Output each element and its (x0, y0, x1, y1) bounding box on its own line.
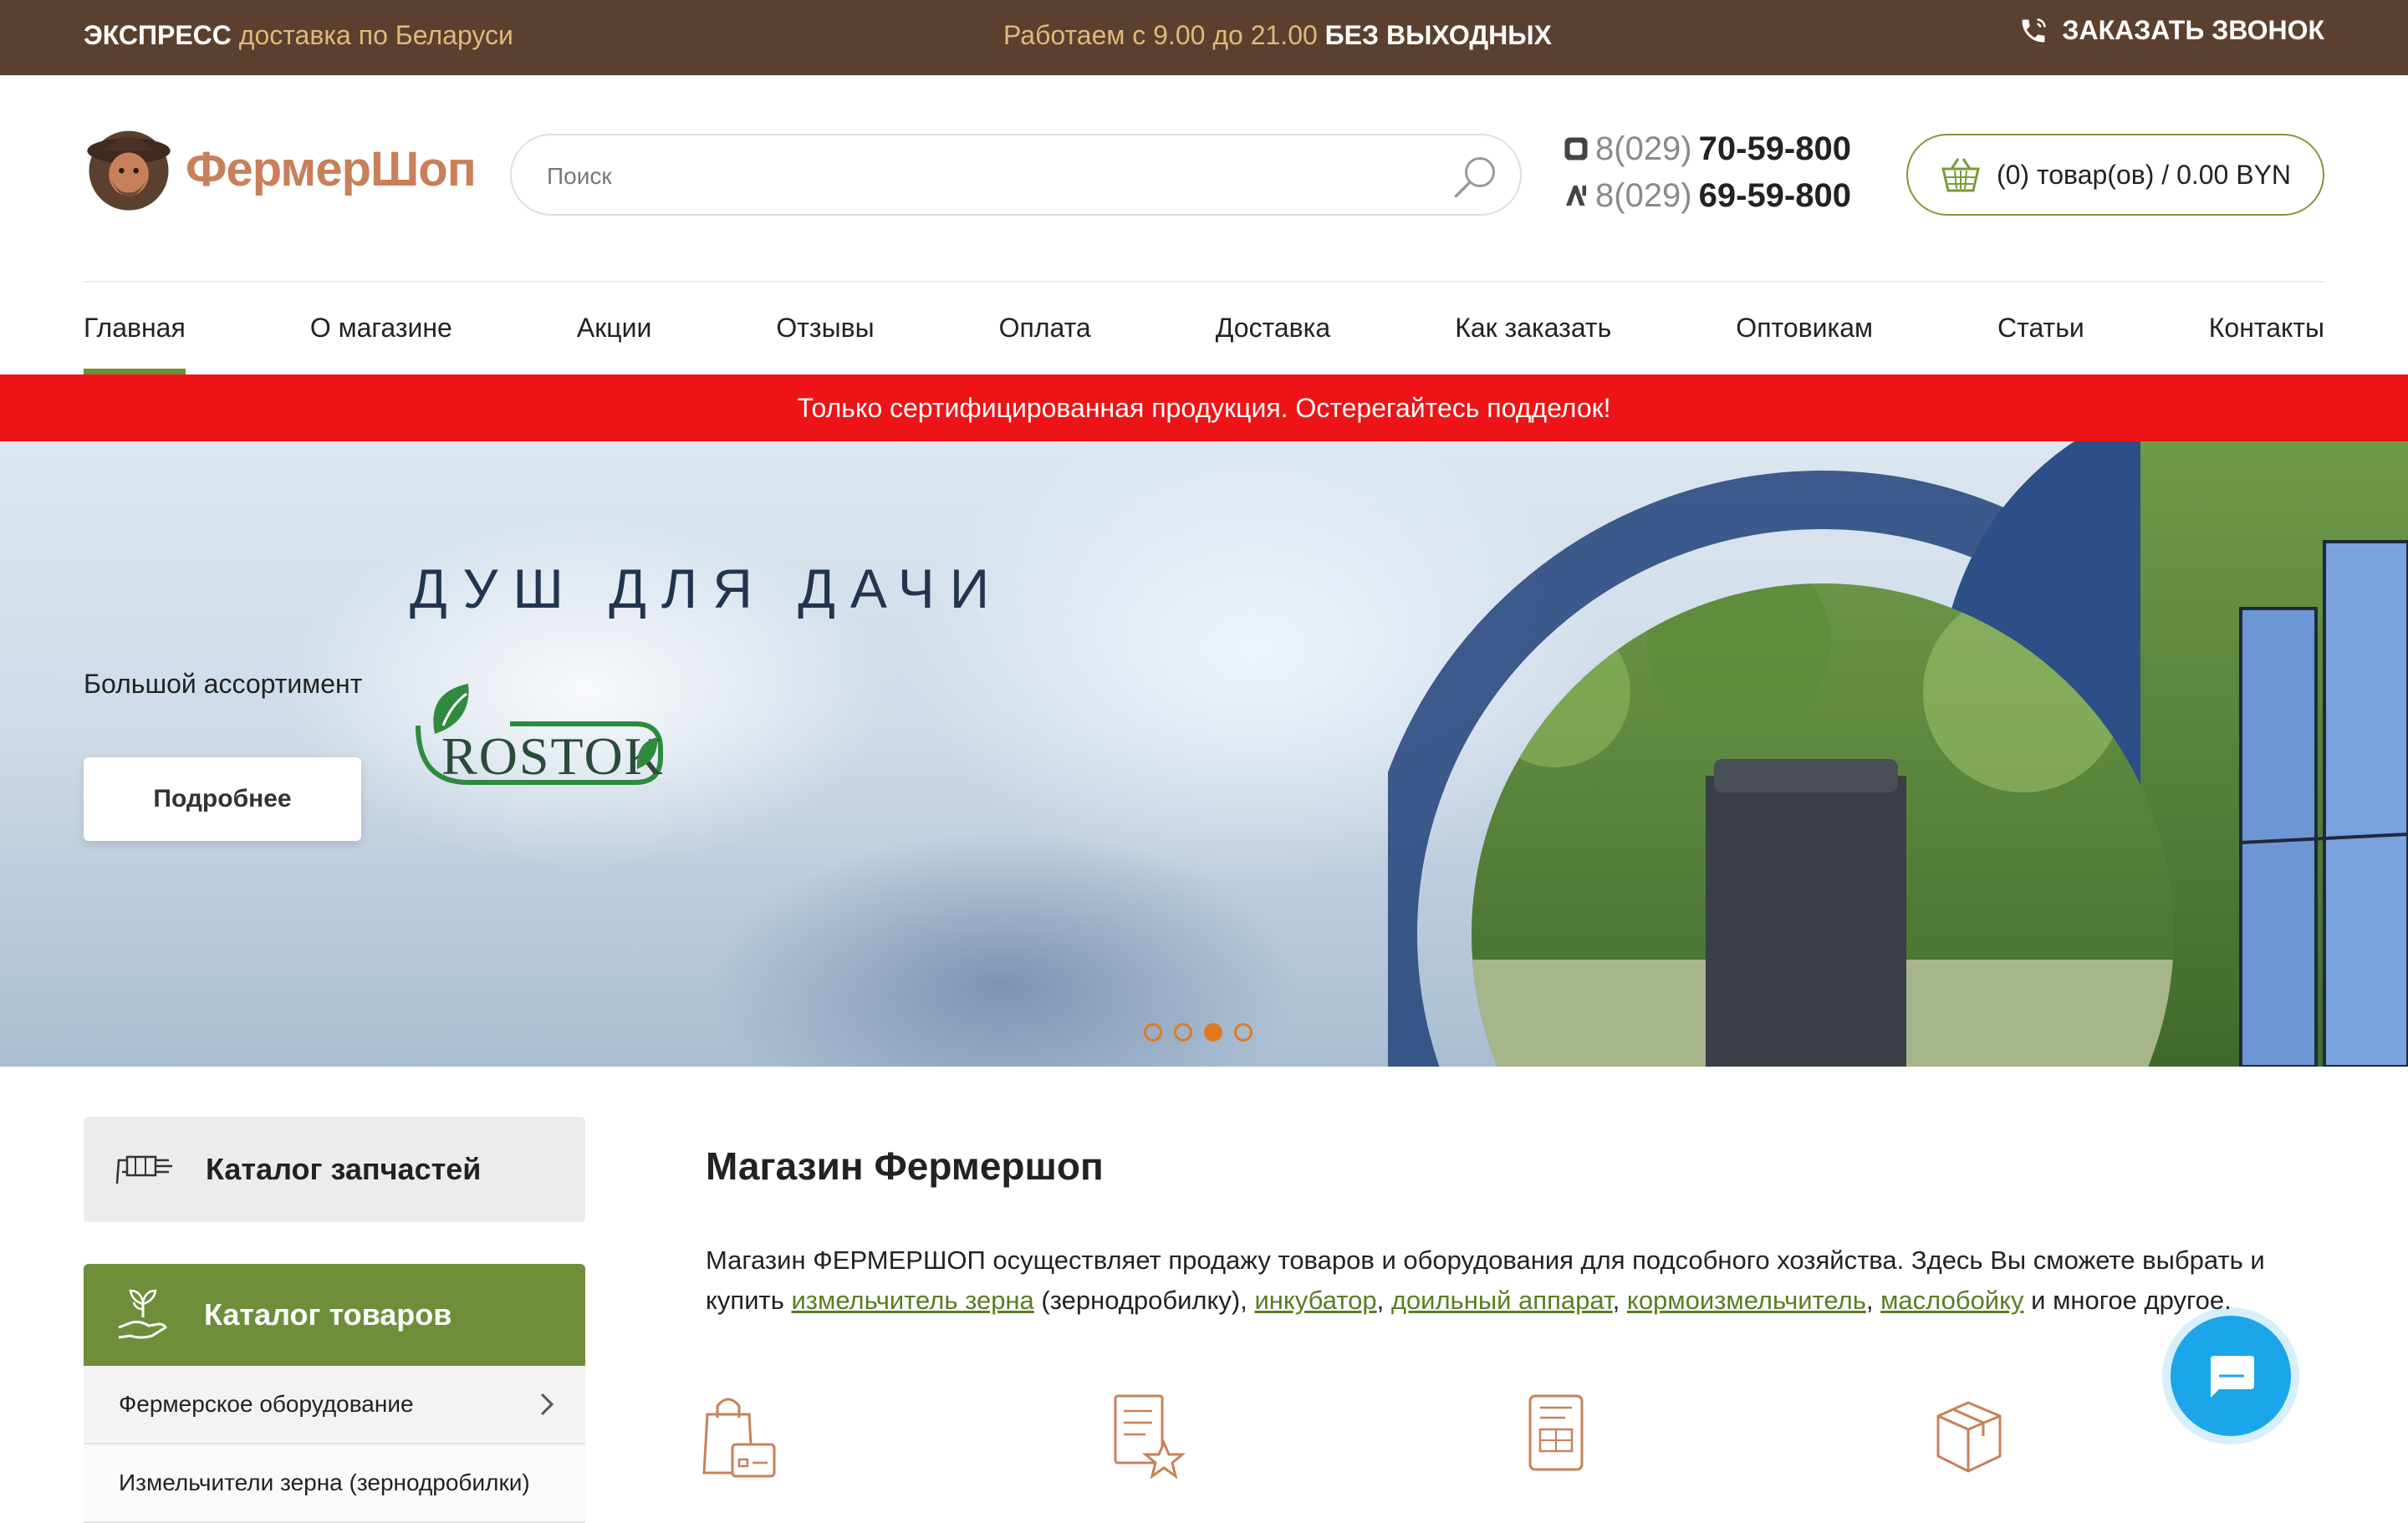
main-nav: Главная О магазине Акции Отзывы Оплата Д… (84, 309, 2324, 374)
order-callback-button[interactable]: ЗАКАЗАТЬ ЗВОНОК (2018, 15, 2324, 46)
intro-paragraph: Магазин ФЕРМЕРШОП осуществляет продажу т… (706, 1245, 2265, 1315)
cart-button[interactable]: (0) товар(ов) / 0.00 BYN (1906, 134, 2324, 216)
parcel-box-icon (1936, 1401, 2002, 1473)
header-divider (84, 281, 2324, 283)
nav-item-delivery[interactable]: Доставка (1216, 309, 1330, 374)
banner-photo-illustration (1388, 441, 2408, 1067)
checklist-star-icon (1114, 1394, 1186, 1480)
shopping-bag-card-icon (702, 1398, 776, 1478)
search-box[interactable] (510, 134, 1522, 216)
slider-dot-3[interactable] (1204, 1023, 1222, 1042)
phone-icon (2022, 18, 2047, 42)
chat-bubble-icon (2211, 1356, 2254, 1398)
link-milking-machine[interactable]: доильный аппарат (1391, 1286, 1613, 1315)
banner-more-button[interactable]: Подробнее (84, 757, 361, 841)
plant-in-hand-icon (118, 1289, 167, 1339)
certified-notice-banner: Только сертифицированная продукция. Осте… (0, 374, 2408, 441)
catalog-item-grain-crushers[interactable]: Измельчители зерна (зернодробилки) (84, 1444, 585, 1523)
goods-catalog-header[interactable]: Каталог товаров (84, 1264, 585, 1366)
svg-text:ROSTOK: ROSTOK (441, 726, 665, 786)
search-icon[interactable] (1450, 152, 1500, 202)
link-incubator[interactable]: инкубатор (1254, 1286, 1376, 1315)
tablet-document-icon (1528, 1394, 1584, 1471)
logo-text: ФермерШоп (186, 141, 477, 196)
nav-item-payment[interactable]: Оплата (999, 309, 1091, 374)
slider-dot-4[interactable] (1234, 1023, 1252, 1042)
nav-item-contacts[interactable]: Контакты (2209, 309, 2324, 374)
search-input[interactable] (545, 152, 1385, 201)
link-feed-crusher[interactable]: кормоизмельчитель (1627, 1286, 1866, 1315)
cart-summary: (0) товар(ов) / 0.00 BYN (1996, 159, 2292, 190)
nav-item-wholesale[interactable]: Оптовикам (1736, 309, 1873, 374)
link-grain-crusher[interactable]: измельчитель зерна (791, 1286, 1033, 1315)
spare-part-icon (115, 1155, 172, 1184)
phone-numbers: 8(029) 70-59-800 8(029) 69-59-800 (1564, 125, 1851, 219)
page-title: Магазин Фермершоп (706, 1144, 1104, 1188)
top-bar: ЭКСПРЕСС доставка по Беларуси Работаем с… (0, 0, 2408, 75)
parts-catalog-button[interactable]: Каталог запчастей (84, 1117, 585, 1222)
phone-row-2[interactable]: 8(029) 69-59-800 (1564, 172, 1851, 219)
banner-subtitle: Большой ассортимент (84, 669, 363, 699)
catalog-list: Фермерское оборудование Измельчители зер… (84, 1366, 585, 1523)
feature-icons-row (702, 1393, 2007, 1485)
chat-widget-button[interactable] (2171, 1316, 2291, 1436)
slider-dots (1144, 1023, 1252, 1042)
site-logo[interactable]: ФермерШоп (84, 124, 477, 214)
nav-item-reviews[interactable]: Отзывы (776, 309, 874, 374)
operator-square-icon (1564, 137, 1588, 160)
shopping-basket-icon (1941, 158, 1980, 192)
nav-item-how-to-order[interactable]: Как заказать (1455, 309, 1611, 374)
nav-item-promotions[interactable]: Акции (577, 309, 651, 374)
operator-a1-icon (1566, 186, 1586, 206)
chevron-right-icon (540, 1393, 554, 1416)
phone-row-1[interactable]: 8(029) 70-59-800 (1564, 125, 1851, 172)
slider-dot-1[interactable] (1144, 1023, 1162, 1042)
slider-dot-2[interactable] (1174, 1023, 1192, 1042)
nav-item-about[interactable]: О магазине (310, 309, 452, 374)
shower-cabin-panels (2239, 540, 2408, 1067)
banner-title: ДУШ ДЛЯ ДАЧИ (410, 558, 1005, 619)
working-hours-text: Работаем с 9.00 до 21.00 БЕЗ ВЫХОДНЫХ (1003, 20, 1552, 50)
farmer-logo-icon (87, 130, 171, 211)
nav-item-home[interactable]: Главная (84, 309, 186, 374)
hero-banner[interactable]: ДУШ ДЛЯ ДАЧИ Большой ассортимент ROSTOK … (0, 441, 2408, 1067)
link-butter-churn[interactable]: маслобойку (1880, 1286, 2023, 1315)
rostok-brand-logo: ROSTOK (416, 684, 665, 786)
nav-item-articles[interactable]: Статьи (1997, 309, 2084, 374)
catalog-item-farm-equipment[interactable]: Фермерское оборудование (84, 1366, 585, 1444)
express-delivery-text: ЭКСПРЕСС доставка по Беларуси (84, 20, 513, 50)
